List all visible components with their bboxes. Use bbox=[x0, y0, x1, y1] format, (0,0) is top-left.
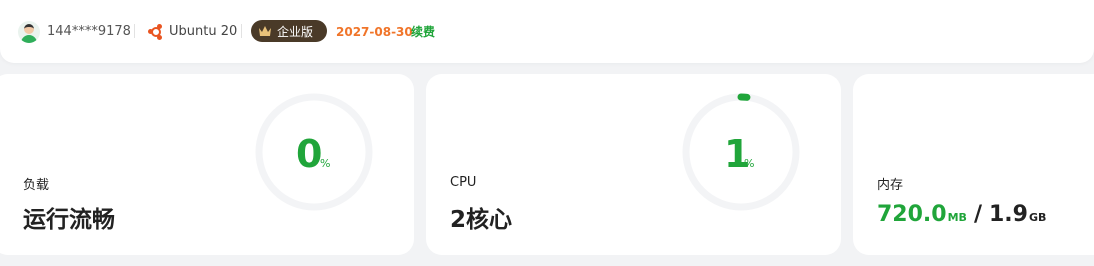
edition-label: 企业版 bbox=[277, 24, 314, 39]
expire-date: 2027-08-30 bbox=[336, 24, 413, 39]
cpu-gauge-unit: % bbox=[744, 157, 755, 170]
ubuntu-icon bbox=[148, 23, 164, 40]
header-bar: 144****9178 Ubuntu 20 企业版 2027-08-30 续费 bbox=[0, 0, 1094, 63]
renew-link[interactable]: 续费 bbox=[411, 0, 435, 63]
os-info bbox=[148, 0, 164, 63]
memory-used: 720.0 bbox=[877, 202, 947, 227]
cpu-label: CPU bbox=[450, 175, 477, 190]
memory-label: 内存 bbox=[877, 178, 904, 193]
avatar-icon bbox=[18, 20, 40, 43]
load-card[interactable]: 0 % 负载 运行流畅 bbox=[0, 74, 414, 255]
memory-card[interactable]: 内存 720.0 MB / 1.9 GB bbox=[853, 74, 1094, 255]
cpu-cores: 2核心 bbox=[450, 207, 513, 233]
load-status: 运行流畅 bbox=[23, 207, 115, 233]
os-name: Ubuntu 20 bbox=[169, 24, 238, 39]
load-gauge-unit: % bbox=[320, 157, 331, 170]
load-gauge-value: 0 bbox=[296, 132, 323, 176]
divider bbox=[134, 24, 135, 38]
crown-icon bbox=[259, 26, 271, 36]
memory-separator: / bbox=[973, 202, 982, 227]
memory-used-unit: MB bbox=[947, 211, 967, 224]
memory-usage: 720.0 MB / 1.9 GB bbox=[877, 202, 1046, 227]
account-phone[interactable]: 144****9178 bbox=[47, 0, 131, 63]
cpu-card[interactable]: 1 % CPU 2核心 bbox=[426, 74, 841, 255]
memory-total: 1.9 bbox=[988, 202, 1028, 227]
user-avatar[interactable] bbox=[18, 0, 40, 63]
edition-badge[interactable]: 企业版 bbox=[251, 20, 327, 42]
load-label: 负载 bbox=[23, 178, 50, 193]
divider bbox=[241, 24, 242, 38]
memory-total-unit: GB bbox=[1028, 211, 1047, 224]
